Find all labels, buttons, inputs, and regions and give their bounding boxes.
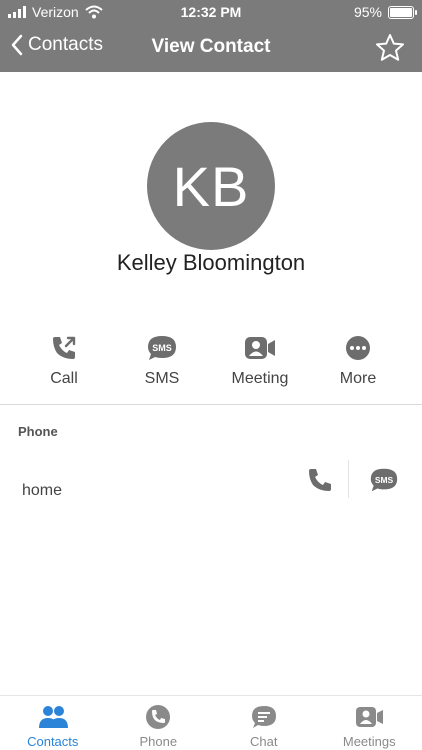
avatar-initials: KB [172,154,250,218]
battery-percent: 95% [353,4,382,20]
phone-entry-row: home SMS [0,458,422,506]
battery-icon [388,5,417,19]
tab-chat[interactable]: Chat [211,696,317,750]
top-bar: Verizon 12:32 PM 95% Contacts View Conta… [0,0,422,72]
sms-icon-text: SMS [152,343,172,353]
meeting-icon [245,337,275,359]
favorite-star-icon[interactable] [374,32,406,64]
meeting-action[interactable]: Meeting [219,332,301,402]
action-bar: Call SMS SMS Meeting More [0,332,422,402]
tab-contacts[interactable]: Contacts [0,696,106,750]
phone-sms-icon-text: SMS [375,475,394,485]
meetings-icon [356,707,384,727]
avatar: KB [147,122,275,250]
more-icon [346,336,370,360]
sms-action[interactable]: SMS SMS [121,332,203,402]
more-label: More [339,370,377,387]
contact-name: Kelley Bloomington [116,250,306,275]
chat-icon [251,706,276,728]
more-action[interactable]: More [317,332,399,402]
phone-entry-label: home [22,482,63,499]
call-action[interactable]: Call [23,332,105,402]
page-title: View Contact [151,36,271,57]
tab-bar: Contacts Phone Chat Meetings [0,695,422,750]
phone-section-title: Phone [18,424,58,439]
status-right: 95% [353,4,417,20]
tab-meetings[interactable]: Meetings [317,696,422,750]
call-icon [53,336,76,359]
status-bar: Verizon 12:32 PM 95% [0,0,422,24]
tab-meetings-label: Meetings [342,734,396,749]
row-separator [348,460,349,498]
meeting-label: Meeting [231,370,289,387]
section-divider [0,404,422,405]
tab-phone-label: Phone [139,734,178,749]
phone-sms-icon[interactable]: SMS [368,464,400,496]
phone-icon [146,705,171,729]
tab-chat-label: Chat [250,734,278,749]
tab-phone[interactable]: Phone [106,696,212,750]
sms-label: SMS [144,370,180,387]
nav-bar: Contacts View Contact [0,24,422,72]
tab-contacts-label: Contacts [27,734,79,749]
contacts-icon [38,706,68,728]
call-label: Call [50,370,78,387]
phone-call-icon[interactable] [306,466,334,494]
sms-icon: SMS [148,336,176,360]
